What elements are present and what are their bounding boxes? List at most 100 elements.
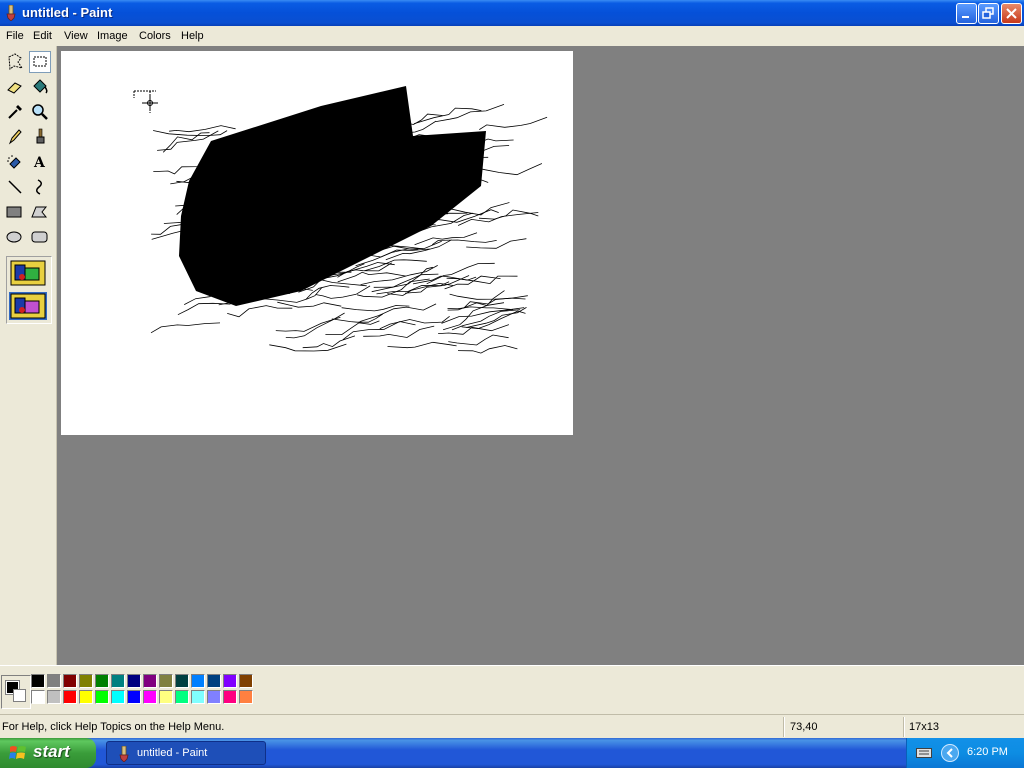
scribble-stroke (426, 262, 495, 285)
scribble-stroke (359, 303, 437, 322)
rectangle-select-icon (33, 56, 47, 67)
curve-icon (36, 179, 42, 195)
palette-swatch[interactable] (223, 690, 237, 704)
palette-swatch[interactable] (143, 690, 157, 704)
taskbar-button-paint[interactable]: untitled - Paint (106, 741, 266, 765)
palette-swatch[interactable] (47, 690, 61, 704)
start-button[interactable]: start (0, 738, 96, 768)
start-label: start (33, 742, 70, 761)
palette-swatch[interactable] (79, 690, 93, 704)
palette-swatch[interactable] (239, 690, 253, 704)
palette-swatch[interactable] (175, 690, 189, 704)
canvas-drawing (133, 86, 548, 354)
palette-swatch[interactable] (127, 674, 141, 688)
tool-airbrush[interactable] (4, 151, 26, 173)
taskbar: start untitled - Paint 6:20 PM (0, 738, 1024, 768)
palette-swatch[interactable] (175, 674, 189, 688)
line-icon (8, 180, 22, 194)
palette-swatch[interactable] (191, 690, 205, 704)
tool-line[interactable] (4, 176, 26, 198)
palette-swatch[interactable] (223, 674, 237, 688)
canvas-workspace[interactable] (57, 46, 1024, 665)
palette-swatch[interactable] (63, 674, 77, 688)
brush-icon (36, 128, 45, 144)
scribble-stroke (315, 285, 371, 299)
scribble-stroke (435, 104, 505, 122)
tool-pick-color[interactable] (4, 101, 26, 123)
restore-icon (982, 7, 994, 19)
palette-swatch[interactable] (63, 690, 77, 704)
scribble-stroke (461, 310, 526, 330)
rectangle-icon (6, 206, 22, 218)
palette-swatch[interactable] (47, 674, 61, 688)
tool-eraser[interactable] (4, 76, 26, 98)
scribble-stroke (277, 301, 342, 308)
palette-swatch[interactable] (207, 690, 221, 704)
palette-swatch[interactable] (239, 674, 253, 688)
tool-curve[interactable] (29, 176, 51, 198)
palette-swatch[interactable] (31, 690, 45, 704)
windows-logo-icon (9, 746, 26, 759)
tool-text[interactable]: A (29, 151, 51, 173)
palette-swatch[interactable] (79, 674, 93, 688)
tool-brush[interactable] (29, 126, 51, 148)
tool-ellipse[interactable] (4, 226, 26, 248)
drawing-canvas[interactable] (61, 51, 573, 435)
palette-swatch[interactable] (31, 674, 45, 688)
scribble-stroke (275, 316, 341, 332)
chevron-left-icon (946, 748, 953, 758)
palette-swatch[interactable] (159, 674, 173, 688)
status-cursor-coords: 73,40 (790, 721, 818, 733)
scribble-stroke (364, 259, 427, 272)
menu-colors[interactable]: Colors (138, 28, 172, 44)
tool-pencil[interactable] (4, 126, 26, 148)
tool-free-form-select[interactable] (4, 51, 26, 73)
rounded-rectangle-icon (31, 231, 48, 243)
text-tool-icon: A (33, 155, 46, 171)
color-box (0, 665, 1024, 715)
menu-edit[interactable]: Edit (32, 28, 53, 44)
keyboard-icon[interactable] (916, 748, 932, 758)
scribble-stroke (363, 325, 435, 338)
tool-polygon[interactable] (29, 201, 51, 223)
tool-rounded-rectangle[interactable] (29, 226, 51, 248)
airbrush-icon (7, 155, 21, 169)
paint-bucket-icon (33, 79, 48, 94)
tool-rectangle[interactable] (4, 201, 26, 223)
scribble-stroke (337, 271, 407, 283)
scribble-stroke (169, 125, 236, 133)
status-selection-size: 17x13 (909, 721, 939, 733)
palette-swatch[interactable] (111, 674, 125, 688)
clock: 6:20 PM (967, 746, 1008, 758)
palette-swatch[interactable] (127, 690, 141, 704)
title-bar[interactable]: untitled - Paint (0, 0, 1024, 26)
palette-swatch[interactable] (95, 690, 109, 704)
current-colors[interactable] (1, 675, 31, 709)
tool-fill-with-color[interactable] (29, 76, 51, 98)
menu-help[interactable]: Help (180, 28, 205, 44)
tool-magnifier[interactable] (29, 101, 51, 123)
menu-view[interactable]: View (63, 28, 89, 44)
tool-select[interactable] (29, 51, 51, 73)
restore-button[interactable] (978, 3, 999, 24)
palette-swatch[interactable] (143, 674, 157, 688)
show-hidden-icons-button[interactable] (941, 744, 959, 762)
background-color (13, 689, 26, 702)
palette-swatch[interactable] (111, 690, 125, 704)
menu-image[interactable]: Image (96, 28, 129, 44)
minimize-button[interactable] (956, 3, 977, 24)
palette-swatch[interactable] (207, 674, 221, 688)
scribble-stroke (302, 335, 356, 349)
close-button[interactable] (1001, 3, 1022, 24)
option-opaque[interactable] (9, 259, 47, 287)
palette-swatch[interactable] (95, 674, 109, 688)
scribble-stroke (431, 239, 497, 246)
scribble-stroke (413, 107, 482, 125)
crosshair-cursor-icon (133, 90, 158, 113)
eraser-icon (7, 82, 22, 94)
minimize-icon (962, 16, 969, 18)
palette-swatch[interactable] (159, 690, 173, 704)
palette-swatch[interactable] (191, 674, 205, 688)
menu-file[interactable]: File (5, 28, 25, 44)
option-transparent[interactable] (9, 292, 47, 320)
